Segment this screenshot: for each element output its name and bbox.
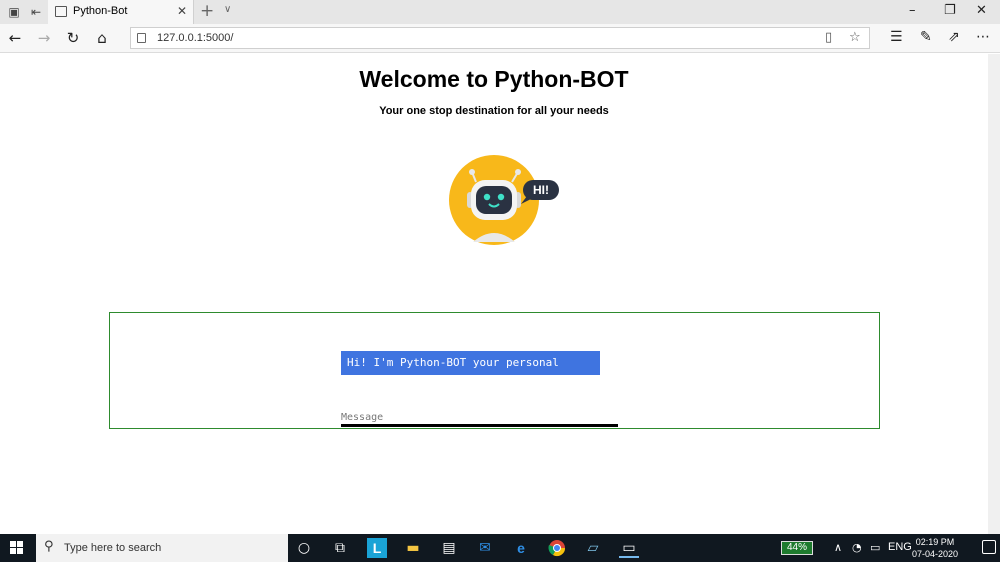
favorites-list-icon[interactable]: ☰ (890, 29, 903, 45)
taskbar: ⚲ Type here to search ○ ⧉ L ▬ ▤ ✉ e ▱ ▭ … (0, 534, 1000, 562)
share-icon[interactable]: ⇗ (948, 29, 960, 45)
l-app-icon[interactable]: L (367, 538, 387, 558)
cortana-icon[interactable]: ○ (294, 538, 314, 558)
page-info-icon[interactable] (137, 33, 146, 43)
tab-bar: ▣ ⇤ Python-Bot ✕ + ∨ – ❐ ✕ (0, 0, 1000, 24)
page-icon (55, 6, 67, 17)
chat-container: Hi! I'm Python-BOT your personal ChatBot (109, 312, 880, 429)
restore-icon[interactable]: ❐ (944, 3, 956, 18)
url-field[interactable]: 127.0.0.1:5000/ ▯ ☆ (130, 27, 870, 49)
taskbar-search[interactable]: ⚲ Type here to search (36, 534, 288, 562)
forward-arrow-icon[interactable]: → (35, 29, 53, 47)
page-scrollbar[interactable] (988, 54, 1000, 534)
more-icon[interactable]: ⋯ (976, 29, 990, 45)
page-title: Welcome to Python-BOT (0, 66, 988, 93)
speech-bubble-text: HI! (533, 183, 549, 197)
network-icon[interactable]: ◔ (852, 541, 862, 554)
task-view-icon[interactable]: ⧉ (330, 538, 350, 558)
pen-icon[interactable]: ✎ (920, 29, 932, 45)
back-arrow-icon[interactable]: ← (6, 29, 24, 47)
minimize-icon[interactable]: – (909, 3, 916, 18)
language-indicator[interactable]: ENG (888, 541, 912, 553)
address-bar: ← → ↻ ⌂ 127.0.0.1:5000/ ▯ ☆ ☰ ✎ ⇗ ⋯ (0, 24, 1000, 53)
edge-icon[interactable]: e (511, 538, 531, 558)
search-placeholder: Type here to search (64, 542, 161, 554)
close-tab-icon[interactable]: ✕ (177, 4, 187, 18)
tab-title: Python-Bot (73, 5, 127, 17)
url-text[interactable]: 127.0.0.1:5000/ (157, 32, 233, 44)
robot-logo: HI! (445, 154, 565, 246)
notification-icon[interactable] (982, 540, 996, 554)
reading-view-icon[interactable]: ▯ (825, 30, 832, 45)
store-icon[interactable]: ▤ (439, 538, 459, 558)
chrome-icon[interactable] (547, 538, 567, 558)
mail-icon[interactable]: ✉ (475, 538, 495, 558)
tab-list-icon[interactable]: ▣ (6, 4, 22, 20)
battery-indicator[interactable]: 44% (781, 541, 813, 555)
search-icon: ⚲ (44, 539, 54, 554)
windows-start-icon[interactable] (10, 541, 24, 555)
chevron-down-icon[interactable]: ∨ (224, 4, 231, 15)
page-subtitle: Your one stop destination for all your n… (0, 105, 988, 117)
refresh-icon[interactable]: ↻ (64, 29, 82, 47)
close-window-icon[interactable]: ✕ (976, 3, 987, 18)
set-aside-tabs-icon[interactable]: ⇤ (28, 4, 44, 20)
message-input[interactable] (341, 411, 618, 427)
tab-python-bot[interactable]: Python-Bot ✕ (48, 0, 194, 24)
favorite-star-icon[interactable]: ☆ (849, 30, 861, 45)
web-page: Welcome to Python-BOT Your one stop dest… (0, 54, 1000, 534)
clock-time: 02:19 PM (912, 536, 958, 548)
file-explorer-icon[interactable]: ▬ (403, 538, 423, 558)
system-clock[interactable]: 02:19 PM 07-04-2020 (912, 536, 958, 560)
terminal-icon[interactable]: ▭ (619, 538, 639, 558)
clock-date: 07-04-2020 (912, 548, 958, 560)
battery-icon[interactable]: ▭ (870, 541, 880, 554)
show-hidden-icons[interactable]: ∧ (834, 541, 842, 554)
notepad-icon[interactable]: ▱ (583, 538, 603, 558)
bot-message: Hi! I'm Python-BOT your personal ChatBot (341, 351, 600, 375)
new-tab-icon[interactable]: + (200, 1, 214, 21)
home-icon[interactable]: ⌂ (93, 29, 111, 47)
